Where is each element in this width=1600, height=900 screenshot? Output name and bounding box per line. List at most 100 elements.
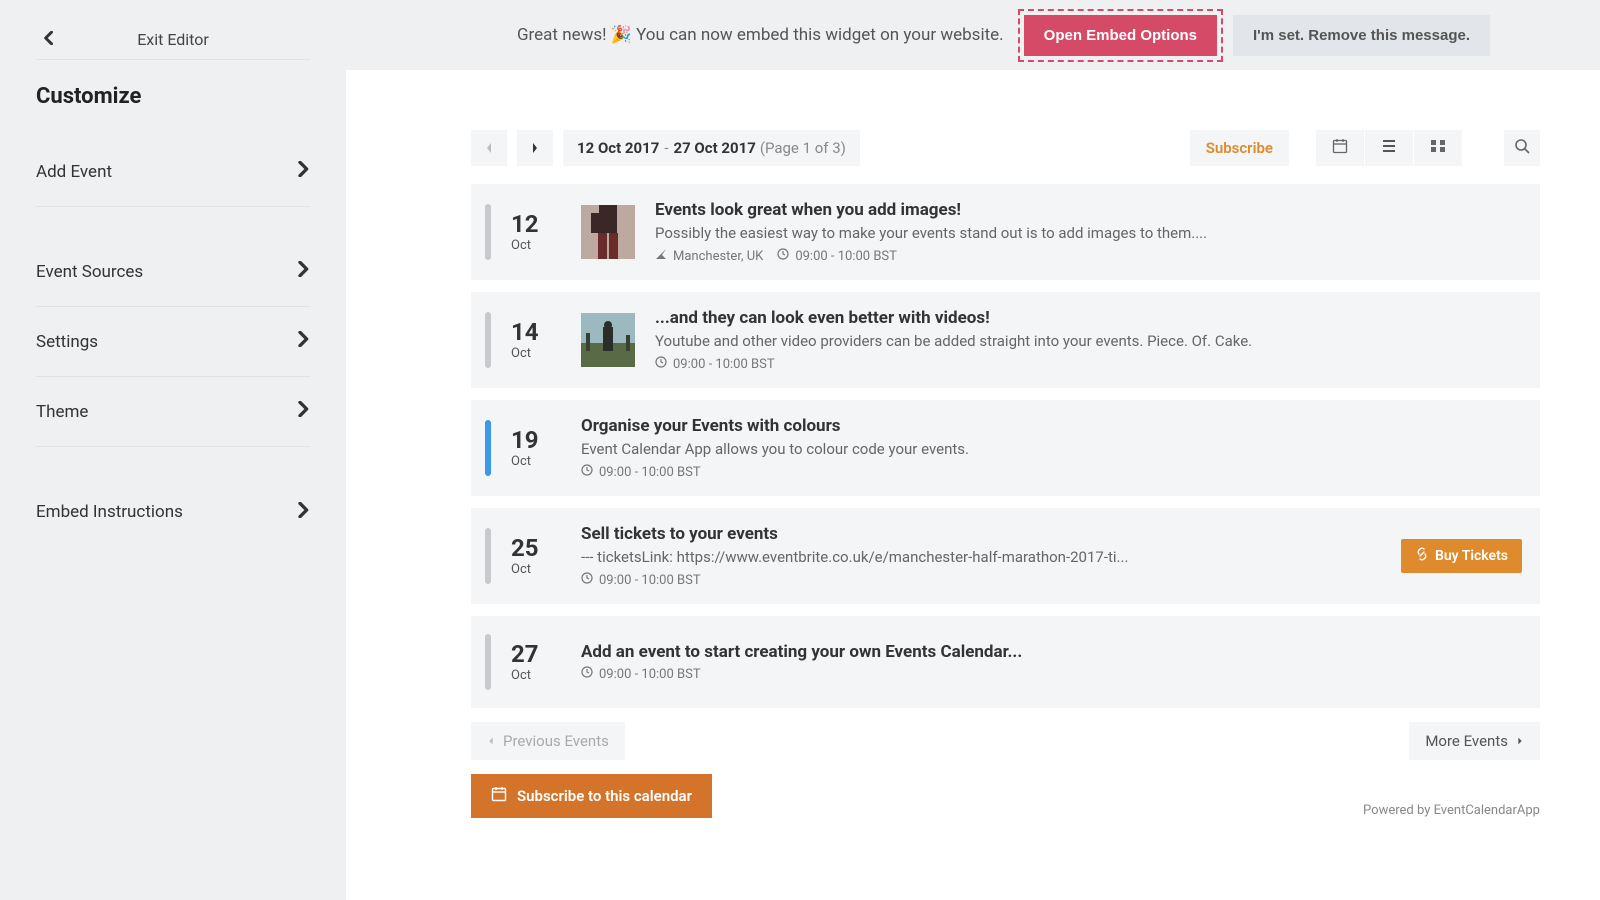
event-card[interactable]: 19Oct Organise your Events with coloursEv… [471,400,1540,496]
sidebar-item-embed-instructions[interactable]: Embed Instructions [36,477,310,547]
event-day: 25 [511,536,561,560]
calendar-icon [491,786,507,806]
event-title: Events look great when you add images! [655,200,1522,220]
chevron-right-icon [298,331,310,352]
sidebar-item-theme[interactable]: Theme [36,377,310,447]
event-date: 27 Oct [511,642,561,683]
sidebar-item-label: Embed Instructions [36,502,183,522]
sidebar-item-event-sources[interactable]: Event Sources [36,237,310,307]
event-date: 25Oct [511,536,561,577]
grid-view-button[interactable] [1414,130,1462,166]
event-title: Sell tickets to your events [581,524,1381,544]
caret-right-icon [1516,732,1524,750]
sidebar-item-add-event[interactable]: Add Event [36,137,310,207]
dismiss-message-button[interactable]: I'm set. Remove this message. [1233,15,1490,56]
open-embed-options-button[interactable]: Open Embed Options [1024,15,1217,56]
search-icon [1514,138,1530,158]
caret-left-icon [487,732,495,750]
event-card[interactable]: 27 Oct Add an event to start creating your… [471,616,1540,708]
event-time: 09:00 - 10:00 BST [581,464,701,480]
date-to: 27 Oct 2017 [673,139,755,157]
event-color-strip [485,634,491,690]
exit-editor-label: Exit Editor [36,30,310,49]
sidebar-item-label: Theme [36,402,88,422]
subscribe-button[interactable]: Subscribe [1190,130,1289,166]
preview-canvas: 12 Oct 2017 - 27 Oct 2017 (Page 1 of 3) … [346,70,1600,900]
event-thumbnail [581,205,635,259]
grid-icon [1430,139,1446,157]
event-description: Possibly the easiest way to make your ev… [655,224,1522,242]
sidebar-item-label: Settings [36,332,98,352]
chevron-right-icon [298,161,310,182]
previous-events-label: Previous Events [503,732,609,750]
clock-icon [655,356,667,372]
event-time: 09:00 - 10:00 BST [581,572,701,588]
event-color-strip [485,204,491,260]
event-title: ...and they can look even better with vi… [655,308,1522,328]
clock-icon [581,572,593,588]
list-icon [1381,139,1397,157]
event-body: Add an event to start creating your own … [581,642,1522,682]
more-events-button[interactable]: More Events [1409,722,1540,760]
event-date: 12 Oct [511,212,561,253]
event-meta: Manchester, UK 09:00 - 10:00 BST [655,248,1522,264]
event-color-strip [485,312,491,368]
event-day: 27 [511,642,561,666]
event-body: Sell tickets to your events --- ticketsLi… [581,524,1381,588]
event-time: 09:00 - 10:00 BST [777,248,897,264]
event-day: 19 [511,428,561,452]
clock-icon [581,464,593,480]
events-list: 12 Oct Events look great when you add imag… [471,184,1540,708]
event-month: Oct [511,346,561,361]
subscribe-calendar-label: Subscribe to this calendar [517,787,692,805]
previous-events-button[interactable]: Previous Events [471,722,625,760]
event-color-strip [485,528,491,584]
event-day: 14 [511,320,561,344]
event-color-strip [485,420,491,476]
event-meta: 09:00 - 10:00 BST [581,572,1381,588]
view-switcher [1315,130,1462,166]
event-description: --- ticketsLink: https://www.eventbrite.… [581,548,1381,566]
topbar-message: Great news! 🎉 You can now embed this wid… [517,25,1004,45]
event-date: 14 Oct [511,320,561,361]
pagination-row: Previous Events More Events [471,722,1540,760]
topbar: Great news! 🎉 You can now embed this wid… [346,0,1600,70]
chevron-right-icon [298,261,310,282]
highlight-frame: Open Embed Options [1018,9,1223,62]
event-date: 19Oct [511,428,561,469]
event-thumbnail [581,313,635,367]
event-month: Oct [511,238,561,253]
list-view-button[interactable] [1365,130,1413,166]
calendar-icon [1332,138,1348,158]
sidebar-item-settings[interactable]: Settings [36,307,310,377]
event-meta: 09:00 - 10:00 BST [581,464,1522,480]
event-card[interactable]: 25Oct Sell tickets to your events --- tick… [471,508,1540,604]
event-card[interactable]: 12 Oct Events look great when you add imag… [471,184,1540,280]
event-description: Youtube and other video providers can be… [655,332,1522,350]
subscribe-calendar-button[interactable]: Subscribe to this calendar [471,774,712,818]
sidebar-item-label: Event Sources [36,262,143,282]
calendar-view-button[interactable] [1316,130,1364,166]
powered-by[interactable]: Powered by EventCalendarApp [1363,803,1540,818]
buy-tickets-button[interactable]: Buy Tickets [1401,539,1522,573]
date-range[interactable]: 12 Oct 2017 - 27 Oct 2017 (Page 1 of 3) [563,130,860,166]
event-location: Manchester, UK [655,248,763,264]
exit-editor-button[interactable]: Exit Editor [36,20,310,60]
prev-page-button[interactable] [471,130,507,166]
event-day: 12 [511,212,561,236]
event-time: 09:00 - 10:00 BST [655,356,775,372]
next-page-button[interactable] [517,130,553,166]
event-body: Organise your Events with coloursEvent C… [581,416,1522,480]
event-month: Oct [511,668,561,683]
event-description: Event Calendar App allows you to colour … [581,440,1522,458]
event-meta: 09:00 - 10:00 BST [655,356,1522,372]
chevron-right-icon [298,401,310,422]
chevron-right-icon [298,502,310,523]
clock-icon [777,248,789,264]
page-info: (Page 1 of 3) [760,139,846,157]
search-button[interactable] [1504,130,1540,166]
footer-bar: Subscribe to this calendar Powered by Ev… [471,774,1540,818]
calendar-toolbar: 12 Oct 2017 - 27 Oct 2017 (Page 1 of 3) … [471,130,1540,166]
event-card[interactable]: 14 Oct ...and they can look even better wi… [471,292,1540,388]
clock-icon [581,666,593,682]
